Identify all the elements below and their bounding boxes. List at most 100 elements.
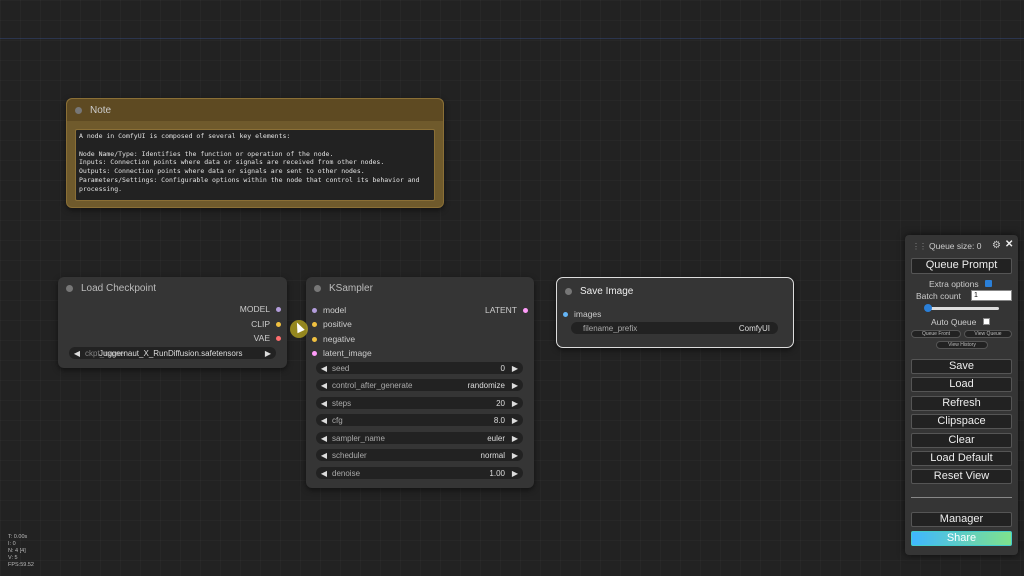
latent-socket-icon[interactable] (312, 350, 317, 356)
batch-count-slider-thumb[interactable] (924, 304, 932, 312)
ckpt-name-value: Juggernaut_X_RunDiffusion.safetensors (99, 348, 243, 358)
arrow-left-icon[interactable]: ◀ (320, 381, 328, 390)
control-after-generate-widget[interactable]: ◀ control_after_generate randomize ▶ (316, 379, 523, 391)
share-button[interactable]: Share (911, 531, 1012, 546)
arrow-left-icon[interactable]: ◀ (320, 416, 328, 425)
note-textarea[interactable]: A node in ComfyUI is composed of several… (75, 129, 435, 201)
clip-socket-icon[interactable] (276, 321, 281, 327)
stat-v: V: 5 (8, 555, 18, 561)
collapse-dot-icon[interactable] (66, 284, 73, 292)
input-model[interactable]: model (312, 305, 346, 315)
arrow-left-icon[interactable]: ◀ (320, 451, 328, 460)
denoise-widget[interactable]: ◀ denoise 1.00 ▶ (316, 467, 523, 479)
steps-widget[interactable]: ◀ steps 20 ▶ (316, 397, 523, 409)
view-history-button[interactable]: View History (936, 341, 988, 349)
refresh-button[interactable]: Refresh (911, 396, 1012, 411)
canvas-top-line (0, 38, 1024, 39)
arrow-left-icon[interactable]: ◀ (320, 469, 328, 478)
collapse-dot-icon[interactable] (314, 284, 321, 292)
arrow-right-icon[interactable]: ▶ (511, 434, 519, 443)
ckpt-name-text: ckpt_name Juggernaut_X_RunDiffusion.safet… (81, 349, 264, 358)
input-label: negative (323, 334, 356, 344)
input-negative[interactable]: negative (312, 334, 355, 344)
queue-menu: ⋮⋮ Queue size: 0 ⚙ ✕ Queue Prompt Extra … (905, 235, 1018, 555)
arrow-right-icon[interactable]: ▶ (264, 349, 272, 358)
note-node[interactable]: Note A node in ComfyUI is composed of se… (66, 98, 444, 208)
widget-name: cfg (332, 415, 343, 425)
sampler-name-widget[interactable]: ◀ sampler_name euler ▶ (316, 432, 523, 444)
ksampler-title-bar[interactable]: KSampler (306, 277, 534, 299)
clipspace-button[interactable]: Clipspace (911, 414, 1012, 429)
filename-prefix-widget[interactable]: filename_prefix ComfyUI (571, 322, 778, 334)
input-positive[interactable]: positive (312, 319, 352, 329)
output-latent[interactable]: LATENT (485, 305, 528, 315)
drag-handle-icon[interactable]: ⋮⋮ (912, 242, 927, 251)
stat-time: T: 0.00s (8, 534, 28, 540)
stat-fps: FPS:59.52 (8, 562, 34, 568)
input-images[interactable]: images (563, 309, 601, 319)
seed-widget[interactable]: ◀ seed 0 ▶ (316, 362, 523, 374)
gear-icon[interactable]: ⚙ (992, 240, 1001, 251)
arrow-right-icon[interactable]: ▶ (511, 469, 519, 478)
collapse-dot-icon[interactable] (75, 106, 82, 114)
reset-view-button[interactable]: Reset View (911, 469, 1012, 484)
output-label: VAE (253, 333, 270, 343)
conditioning-socket-icon[interactable] (312, 336, 317, 342)
arrow-right-icon[interactable]: ▶ (511, 381, 519, 390)
load-checkpoint-title-bar[interactable]: Load Checkpoint (58, 277, 287, 299)
conditioning-socket-icon[interactable] (312, 321, 317, 327)
cfg-widget[interactable]: ◀ cfg 8.0 ▶ (316, 414, 523, 426)
manager-button[interactable]: Manager (911, 512, 1012, 527)
widget-value: 1.00 (489, 468, 505, 478)
model-socket-icon[interactable] (312, 307, 317, 313)
save-image-node[interactable]: Save Image images filename_prefix ComfyU… (556, 277, 794, 348)
vae-socket-icon[interactable] (276, 335, 281, 341)
auto-queue-checkbox[interactable] (983, 318, 990, 325)
arrow-left-icon[interactable]: ◀ (73, 349, 81, 358)
ksampler-node[interactable]: KSampler model positive negative latent_… (306, 277, 534, 488)
widget-value: normal (480, 450, 505, 460)
model-socket-icon[interactable] (276, 306, 281, 312)
output-clip[interactable]: CLIP (251, 319, 281, 329)
image-socket-icon[interactable] (563, 311, 568, 317)
widget-value: 0 (500, 363, 505, 373)
batch-count-slider[interactable] (927, 307, 999, 310)
arrow-right-icon[interactable]: ▶ (511, 364, 519, 373)
load-button[interactable]: Load (911, 377, 1012, 392)
scheduler-widget[interactable]: ◀ scheduler normal ▶ (316, 449, 523, 461)
output-vae[interactable]: VAE (254, 333, 281, 343)
collapse-dot-icon[interactable] (565, 287, 572, 295)
input-label: images (574, 309, 602, 319)
arrow-left-icon[interactable]: ◀ (320, 434, 328, 443)
note-title-bar[interactable]: Note (67, 99, 443, 121)
arrow-left-icon[interactable]: ◀ (320, 399, 328, 408)
save-image-title-bar[interactable]: Save Image (557, 278, 793, 304)
extra-options-checkbox[interactable] (985, 280, 992, 287)
widget-name: steps (332, 398, 352, 408)
menu-divider (911, 497, 1012, 498)
widget-name: sampler_name (332, 433, 385, 443)
queue-front-button[interactable]: Queue Front (911, 330, 961, 338)
view-queue-button[interactable]: View Queue (964, 330, 1012, 338)
arrow-right-icon[interactable]: ▶ (511, 399, 519, 408)
ckpt-name-widget[interactable]: ◀ ckpt_name Juggernaut_X_RunDiffusion.saf… (69, 347, 276, 359)
clear-button[interactable]: Clear (911, 433, 1012, 448)
load-checkpoint-node[interactable]: Load Checkpoint MODEL CLIP VAE ◀ ckpt_na… (58, 277, 287, 368)
stat-i: I: 0 (8, 541, 16, 547)
output-model[interactable]: MODEL (240, 304, 281, 314)
batch-count-input[interactable]: 1 (971, 290, 1012, 301)
widget-name: scheduler (332, 450, 367, 460)
menu-header: ⋮⋮ Queue size: 0 ⚙ ✕ (905, 239, 1018, 254)
close-icon[interactable]: ✕ (1005, 239, 1013, 250)
output-label: CLIP (251, 319, 270, 329)
arrow-left-icon[interactable]: ◀ (320, 364, 328, 373)
arrow-right-icon[interactable]: ▶ (511, 451, 519, 460)
queue-prompt-button[interactable]: Queue Prompt (911, 258, 1012, 274)
save-button[interactable]: Save (911, 359, 1012, 374)
arrow-right-icon[interactable]: ▶ (511, 416, 519, 425)
auto-queue-label: Auto Queue (931, 317, 977, 327)
latent-socket-icon[interactable] (523, 307, 528, 313)
canvas-stats: T: 0.00s I: 0 N: 4 [4] V: 5 FPS:59.52 (8, 534, 34, 569)
load-default-button[interactable]: Load Default (911, 451, 1012, 466)
input-latent-image[interactable]: latent_image (312, 348, 372, 358)
